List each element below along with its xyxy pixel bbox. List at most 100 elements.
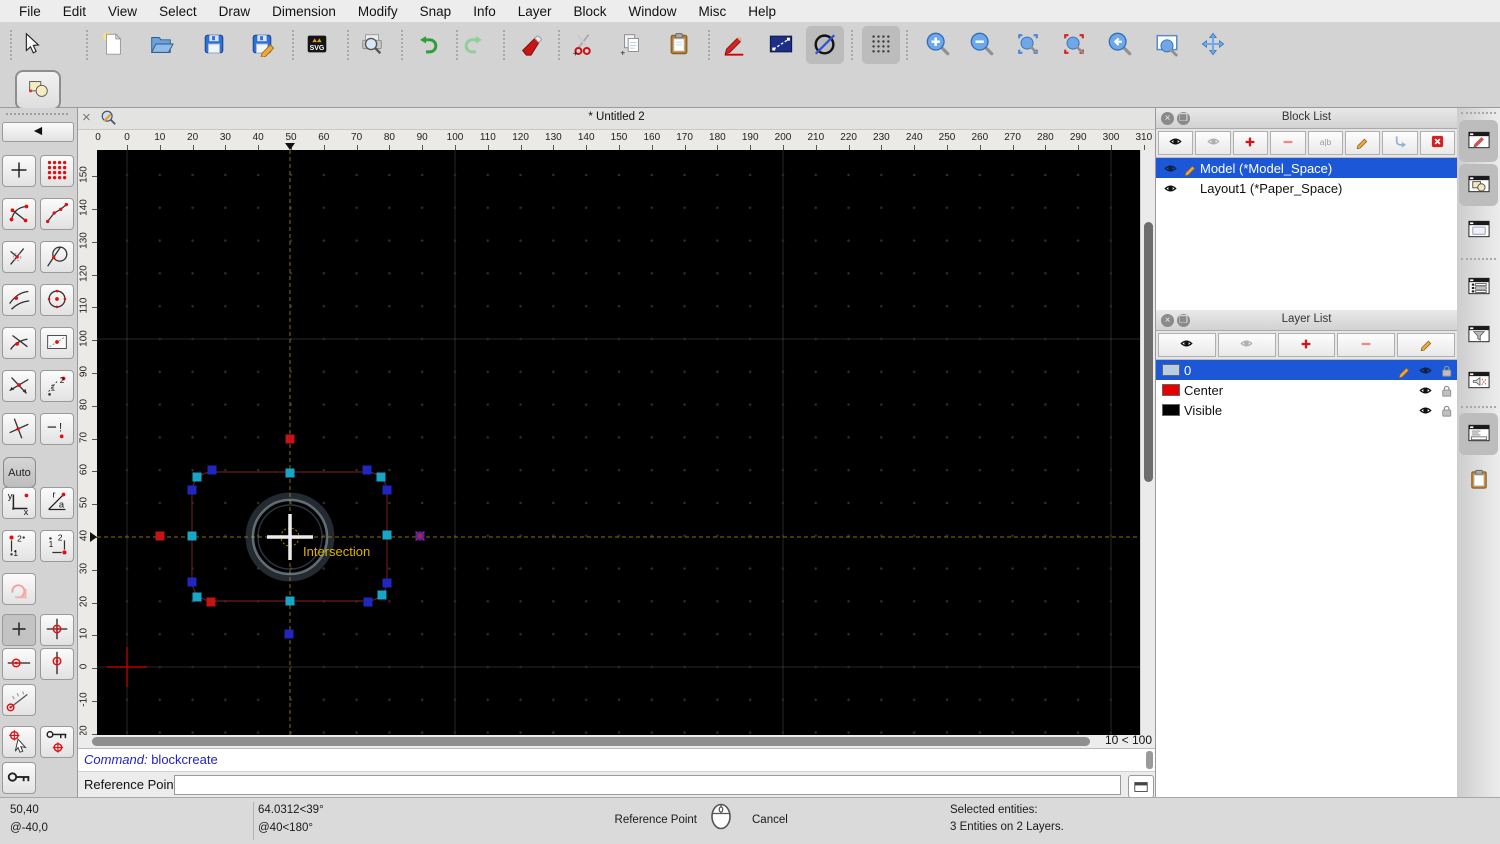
- snap-on-entity-button[interactable]: [40, 198, 74, 230]
- command-window-toggle[interactable]: [1459, 413, 1498, 455]
- pencil-icon[interactable]: [1180, 161, 1200, 176]
- snap-none-button[interactable]: !: [40, 413, 74, 445]
- eye-button[interactable]: [1158, 333, 1216, 357]
- snap-intersection-button[interactable]: [2, 370, 36, 402]
- palette-back-button[interactable]: [2, 122, 74, 142]
- menu-layer[interactable]: Layer: [507, 4, 563, 19]
- eye-icon[interactable]: [1160, 181, 1180, 196]
- rename-button[interactable]: a|b: [1307, 131, 1343, 155]
- layer-list-item[interactable]: 0: [1156, 360, 1457, 380]
- zoom-out-button[interactable]: [963, 26, 1001, 64]
- menu-view[interactable]: View: [97, 4, 148, 19]
- delete-x-button[interactable]: [1419, 131, 1455, 155]
- svg-export-button[interactable]: SVG: [298, 26, 336, 64]
- eye-off-button[interactable]: [1195, 131, 1231, 155]
- open-file-button[interactable]: [142, 26, 180, 64]
- entity-selection-tool-button[interactable]: [15, 70, 61, 110]
- lock-icon[interactable]: [1436, 383, 1457, 398]
- eye-button[interactable]: [1158, 131, 1194, 155]
- insert-button[interactable]: [1382, 131, 1418, 155]
- restrict-vertical-button[interactable]: [40, 648, 74, 680]
- pencil-window-toggle[interactable]: [1459, 120, 1498, 162]
- line-two-points-button[interactable]: [762, 26, 800, 64]
- circle-tool-button[interactable]: [806, 26, 844, 64]
- print-preview-button[interactable]: [353, 26, 391, 64]
- snap-tangent-button[interactable]: [40, 241, 74, 273]
- zoom-selection-button[interactable]: [1055, 26, 1093, 64]
- lock-relative-zero-combo-button[interactable]: [40, 726, 74, 758]
- command-history-scrollbar[interactable]: [1146, 751, 1153, 769]
- coord-polar-button[interactable]: ra: [40, 487, 74, 519]
- menu-window[interactable]: Window: [618, 4, 688, 19]
- list-window-toggle[interactable]: [1459, 266, 1498, 308]
- snap-auto-button[interactable]: [2, 327, 36, 359]
- eye-off-button[interactable]: [1217, 333, 1276, 357]
- menu-modify[interactable]: Modify: [347, 4, 409, 19]
- restrict-none-button[interactable]: [2, 614, 36, 646]
- zoom-in-button[interactable]: [919, 26, 957, 64]
- filter-window-toggle[interactable]: [1459, 314, 1498, 356]
- snap-free-button[interactable]: [2, 155, 36, 187]
- snap-perpendicular-button[interactable]: [2, 241, 36, 273]
- menu-block[interactable]: Block: [563, 4, 618, 19]
- plus-button[interactable]: [1277, 333, 1336, 357]
- undo-button[interactable]: [408, 26, 446, 64]
- pencil-button[interactable]: [1344, 131, 1381, 155]
- lock-relative-zero-button[interactable]: [2, 762, 36, 794]
- new-file-button[interactable]: [94, 26, 132, 64]
- command-input[interactable]: [174, 775, 1121, 795]
- shapes-window-toggle[interactable]: [1459, 164, 1498, 206]
- lock-icon[interactable]: [1436, 363, 1457, 378]
- save-button[interactable]: [195, 26, 233, 64]
- block-list-item[interactable]: Layout1 (*Paper_Space): [1156, 178, 1457, 198]
- blank-window-toggle[interactable]: [1459, 209, 1498, 251]
- drawing-canvas[interactable]: Intersection: [97, 150, 1140, 735]
- copy-button[interactable]: +: [612, 26, 650, 64]
- previous-view-button[interactable]: [1101, 26, 1139, 64]
- vertical-scrollbar-thumb[interactable]: [1144, 222, 1153, 482]
- layer-list-item[interactable]: Visible: [1156, 400, 1457, 420]
- menu-select[interactable]: Select: [148, 4, 208, 19]
- snap-reference-button[interactable]: [40, 327, 74, 359]
- block-list-item[interactable]: Model (*Model_Space): [1156, 158, 1457, 178]
- menu-edit[interactable]: Edit: [52, 4, 97, 19]
- menu-info[interactable]: Info: [462, 4, 507, 19]
- ortho-right-button[interactable]: 21: [40, 530, 74, 562]
- snap-cross-button[interactable]: [2, 413, 36, 445]
- restrict-orthogonal-button[interactable]: [2, 573, 36, 605]
- snap-center-button[interactable]: [40, 284, 74, 316]
- snap-intersection-manual-button[interactable]: 12: [40, 370, 74, 402]
- draw-pencil-button[interactable]: [715, 26, 753, 64]
- pan-button[interactable]: [1194, 26, 1232, 64]
- clipboard-window-toggle[interactable]: [1459, 459, 1498, 501]
- eye-icon[interactable]: [1415, 383, 1436, 398]
- delete-entity-button[interactable]: [512, 26, 550, 64]
- pencil-button[interactable]: [1397, 333, 1455, 357]
- menu-file[interactable]: File: [8, 4, 52, 19]
- menu-misc[interactable]: Misc: [688, 4, 738, 19]
- menu-draw[interactable]: Draw: [208, 4, 262, 19]
- eye-icon[interactable]: [1160, 161, 1180, 176]
- horizontal-scrollbar-thumb[interactable]: [92, 737, 1090, 746]
- vertical-scrollbar[interactable]: [1140, 150, 1155, 735]
- menu-help[interactable]: Help: [737, 4, 787, 19]
- speaker-window-toggle[interactable]: [1459, 360, 1498, 402]
- select-cursor-button[interactable]: [12, 26, 50, 64]
- minus-button[interactable]: [1270, 131, 1306, 155]
- angle-gauge-button[interactable]: [2, 684, 36, 716]
- coord-cartesian-button[interactable]: yx: [2, 487, 36, 519]
- eye-icon[interactable]: [1415, 403, 1436, 418]
- snap-intersection-arc-button[interactable]: [2, 284, 36, 316]
- snap-grid-button[interactable]: [40, 155, 74, 187]
- save-as-button[interactable]: [243, 26, 281, 64]
- eye-icon[interactable]: [1415, 363, 1436, 378]
- pencil-icon[interactable]: [1394, 363, 1415, 378]
- set-relative-zero-button[interactable]: [2, 726, 36, 758]
- zoom-auto-button[interactable]: [1009, 26, 1047, 64]
- command-options-button[interactable]: [1128, 775, 1154, 798]
- ortho-left-button[interactable]: 21: [2, 530, 36, 562]
- zoom-window-button[interactable]: [1148, 26, 1186, 64]
- cut-button[interactable]: +: [565, 26, 603, 64]
- snap-endpoints-button[interactable]: [2, 198, 36, 230]
- menu-dimension[interactable]: Dimension: [261, 4, 347, 19]
